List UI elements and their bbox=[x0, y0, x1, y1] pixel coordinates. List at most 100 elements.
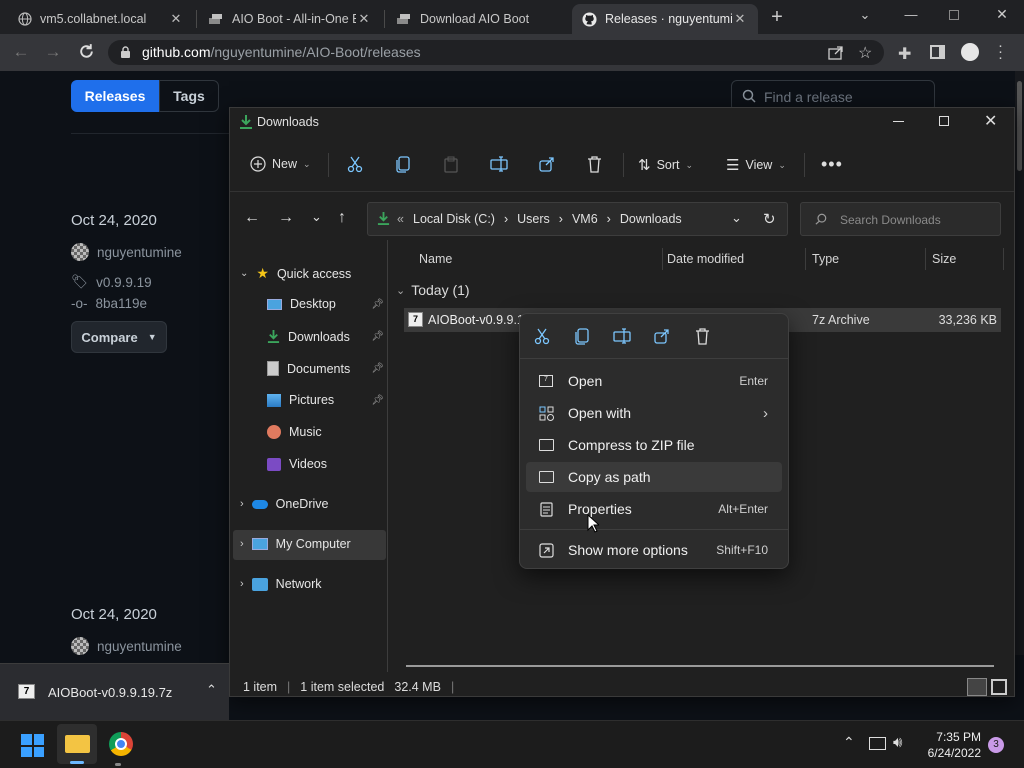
forward-arrow-icon[interactable]: → bbox=[278, 209, 294, 227]
compare-button[interactable]: Compare ▼ bbox=[71, 321, 167, 353]
sidebar-item-music[interactable]: Music bbox=[267, 425, 322, 439]
forward-icon[interactable]: → bbox=[44, 42, 62, 61]
sort-button[interactable]: ⇅ Sort ⌄ bbox=[638, 156, 693, 174]
breadcrumb-downloads[interactable]: Downloads bbox=[620, 212, 682, 226]
release-tag[interactable]: 🏷︎ v0.9.9.19 bbox=[71, 274, 152, 290]
sidepanel-icon[interactable] bbox=[930, 45, 945, 59]
horizontal-scrollbar[interactable] bbox=[406, 665, 994, 667]
copy-icon[interactable] bbox=[396, 156, 411, 173]
restore-icon[interactable] bbox=[949, 10, 959, 20]
close-window-icon[interactable]: ✕ bbox=[993, 5, 1011, 23]
share-icon[interactable] bbox=[654, 328, 670, 344]
column-size[interactable]: Size bbox=[932, 252, 956, 266]
menu-item-open[interactable]: 7 Open Enter bbox=[526, 366, 782, 396]
sidebar-item-my-computer[interactable]: › My Computer bbox=[240, 537, 351, 551]
cut-icon[interactable] bbox=[347, 156, 363, 173]
close-tab-icon[interactable]: ✕ bbox=[168, 11, 184, 27]
delete-icon[interactable] bbox=[587, 156, 602, 173]
address-breadcrumb[interactable]: « Local Disk (C:) › Users › VM6 › Downloads… bbox=[367, 202, 788, 236]
releases-tab[interactable]: Releases bbox=[71, 80, 159, 112]
tab-search-icon[interactable]: ⌄ bbox=[856, 6, 874, 24]
up-arrow-icon[interactable]: ↑ bbox=[338, 209, 346, 227]
view-button[interactable]: ☰ View ⌄ bbox=[726, 156, 786, 174]
more-options-icon[interactable]: ••• bbox=[821, 154, 843, 175]
network-icon[interactable] bbox=[869, 737, 886, 750]
tab-vm5[interactable]: vm5.collabnet.local ✕ bbox=[8, 4, 194, 34]
menu-item-compress-zip[interactable]: Compress to ZIP file bbox=[526, 430, 782, 460]
sidebar-item-pictures[interactable]: Pictures 📌︎ bbox=[267, 393, 384, 407]
sidebar-item-onedrive[interactable]: › OneDrive bbox=[240, 497, 328, 511]
maximize-icon[interactable] bbox=[939, 116, 949, 126]
breadcrumb-local-disk[interactable]: Local Disk (C:) bbox=[413, 212, 495, 226]
share-icon[interactable] bbox=[828, 45, 844, 60]
recent-locations-icon[interactable]: ⌄ bbox=[311, 209, 322, 225]
new-tab-icon[interactable]: + bbox=[768, 6, 786, 28]
download-filename[interactable]: AIOBoot-v0.9.9.19.7z bbox=[48, 685, 172, 700]
back-icon[interactable]: ← bbox=[12, 42, 30, 61]
chrome-icon[interactable] bbox=[109, 732, 133, 756]
close-window-icon[interactable]: ✕ bbox=[984, 111, 997, 131]
more-menu-icon[interactable]: · · · bbox=[998, 38, 1003, 65]
profile-icon[interactable] bbox=[961, 43, 979, 61]
vertical-scrollbar[interactable] bbox=[1007, 180, 1013, 658]
large-icons-view-icon[interactable] bbox=[991, 679, 1007, 695]
tab-aioboot[interactable]: AIO Boot - All-in-One Boot ✕ bbox=[198, 4, 382, 34]
group-header-today[interactable]: ⌄ Today (1) bbox=[396, 282, 470, 298]
chevron-up-icon[interactable]: ⌃ bbox=[843, 734, 855, 751]
chevron-down-icon[interactable]: ⌄ bbox=[731, 210, 742, 226]
tags-tab[interactable]: Tags bbox=[159, 80, 219, 112]
sidebar-item-documents[interactable]: Documents 📌︎ bbox=[267, 361, 384, 376]
sidebar-item-videos[interactable]: Videos bbox=[267, 457, 327, 471]
page-scrollbar[interactable] bbox=[1015, 71, 1024, 655]
menu-item-show-more-options[interactable]: Show more options Shift+F10 bbox=[526, 535, 782, 565]
refresh-icon[interactable]: ↻ bbox=[763, 210, 776, 228]
pin-icon[interactable]: 📌︎ bbox=[371, 299, 384, 310]
back-arrow-icon[interactable]: ← bbox=[244, 209, 260, 227]
pin-icon[interactable]: 📌︎ bbox=[371, 331, 384, 342]
close-tab-icon[interactable]: ✕ bbox=[356, 11, 372, 27]
pin-icon[interactable]: 📌︎ bbox=[371, 363, 384, 374]
sidebar-item-quick-access[interactable]: ⌄ ★ Quick access bbox=[240, 265, 351, 282]
breadcrumb-vm6[interactable]: VM6 bbox=[572, 212, 598, 226]
column-type[interactable]: Type bbox=[812, 252, 839, 266]
tab-releases[interactable]: Releases · nguyentumine ✕ bbox=[572, 4, 758, 34]
breadcrumb-users[interactable]: Users bbox=[517, 212, 550, 226]
minimize-icon[interactable] bbox=[893, 121, 904, 122]
overflow-chevron-icon[interactable]: « bbox=[397, 212, 404, 226]
pane-divider[interactable] bbox=[387, 240, 388, 672]
minimize-icon[interactable]: — bbox=[902, 5, 920, 23]
extensions-icon[interactable]: ✚ bbox=[898, 44, 911, 64]
notification-badge[interactable]: 3 bbox=[988, 737, 1004, 753]
new-button[interactable]: New ⌄ bbox=[250, 156, 311, 172]
copy-icon[interactable] bbox=[575, 328, 590, 345]
tab-download-aioboot[interactable]: Download AIO Boot bbox=[386, 4, 570, 34]
release-author[interactable]: nguyentumine bbox=[71, 637, 182, 655]
sidebar-item-downloads[interactable]: Downloads 📌︎ bbox=[267, 329, 384, 344]
rename-icon[interactable] bbox=[490, 156, 508, 172]
share-icon[interactable] bbox=[539, 156, 555, 172]
sidebar-item-desktop[interactable]: Desktop 📌︎ bbox=[267, 297, 384, 311]
reload-icon[interactable] bbox=[78, 43, 95, 60]
menu-item-properties[interactable]: Properties Alt+Enter bbox=[526, 494, 782, 524]
rename-icon[interactable] bbox=[613, 328, 631, 344]
clock[interactable]: 7:35 PM 6/24/2022 bbox=[925, 730, 981, 760]
column-date-modified[interactable]: Date modified bbox=[667, 252, 744, 266]
bookmark-star-icon[interactable]: ☆ bbox=[858, 43, 872, 63]
volume-icon[interactable]: 🔊︎ bbox=[893, 734, 902, 751]
menu-item-open-with[interactable]: Open with › bbox=[526, 398, 782, 428]
cut-icon[interactable] bbox=[534, 328, 550, 345]
pin-icon[interactable]: 📌︎ bbox=[371, 395, 384, 406]
release-author[interactable]: nguyentumine bbox=[71, 243, 182, 261]
delete-icon[interactable] bbox=[695, 328, 710, 345]
column-name[interactable]: Name bbox=[419, 252, 452, 266]
file-explorer-taskbar-button[interactable] bbox=[57, 724, 97, 764]
menu-item-copy-as-path[interactable]: Copy as path bbox=[526, 462, 782, 492]
windows-start-icon[interactable] bbox=[21, 734, 44, 757]
details-view-icon[interactable] bbox=[967, 678, 987, 696]
search-downloads-input[interactable]: Search Downloads bbox=[800, 202, 1001, 236]
sidebar-item-network[interactable]: › Network bbox=[240, 577, 322, 591]
close-tab-icon[interactable]: ✕ bbox=[732, 11, 748, 27]
chevron-up-icon[interactable]: ⌃ bbox=[206, 682, 217, 698]
release-commit[interactable]: -o- 8ba119e bbox=[71, 296, 147, 311]
address-bar[interactable]: github.com/nguyentumine/AIO-Boot/release… bbox=[108, 40, 884, 65]
